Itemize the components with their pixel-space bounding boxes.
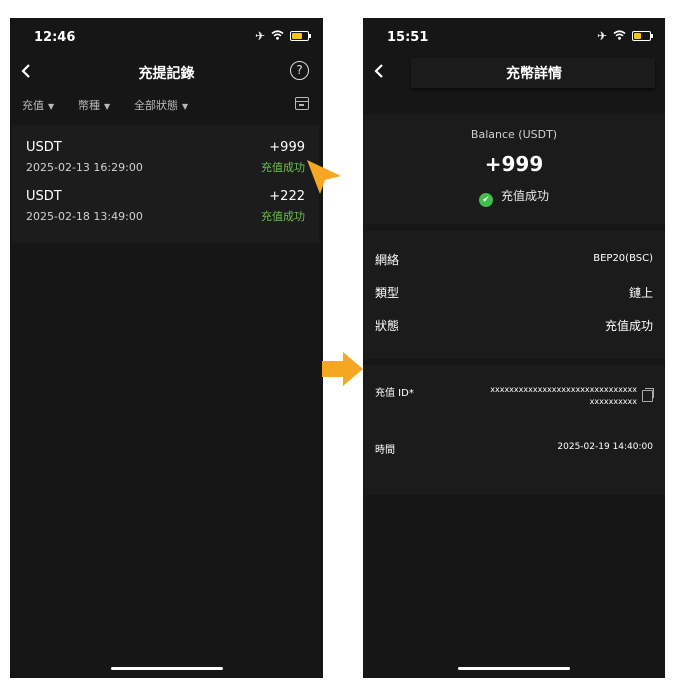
balance-amount: +999 xyxy=(484,152,544,176)
home-indicator xyxy=(458,667,570,670)
record-status: 充值成功 xyxy=(261,161,305,174)
info-label: 狀態 xyxy=(375,319,400,333)
status-bar: 15:51 ✈ xyxy=(363,18,665,54)
back-icon[interactable] xyxy=(373,60,385,84)
info-value: 鏈上 xyxy=(628,286,653,300)
record-time: 2025-02-18 13:49:00 xyxy=(26,210,143,223)
copy-icon[interactable] xyxy=(642,388,654,402)
filter-type[interactable]: 充值 ▼ xyxy=(22,97,54,113)
status-time: 12:46 xyxy=(34,30,76,45)
info-value: 充值成功 xyxy=(604,319,653,333)
caret-down-icon: ▼ xyxy=(104,102,111,111)
info-card: 網絡 BEP20(BSC) 類型 鏈上 狀態 充值成功 xyxy=(363,231,665,359)
right-phone-screen: 15:51 ✈ 充幣詳情 Balance (USDT) +999 ✔ 充值成功 網… xyxy=(363,18,665,678)
record-amount: +999 xyxy=(269,140,305,155)
filter-status[interactable]: 全部狀態 ▼ xyxy=(134,97,188,113)
left-phone-screen: 12:46 ✈ 充提記錄 ? 充值 ▼ 幣種 ▼ 全部狀態 ▼ USDT 2025-0… xyxy=(10,18,323,678)
check-icon: ✔ xyxy=(478,193,493,207)
help-icon[interactable]: ? xyxy=(290,61,309,80)
caret-down-icon: ▼ xyxy=(48,102,55,111)
filter-coin-label: 幣種 xyxy=(78,99,100,112)
balance-card: Balance (USDT) +999 ✔ 充值成功 xyxy=(363,114,665,224)
status-bar: 12:46 ✈ xyxy=(10,18,323,54)
record-time: 2025-02-13 16:29:00 xyxy=(26,161,143,174)
status-time: 15:51 xyxy=(387,30,429,45)
record-coin: USDT xyxy=(26,140,62,155)
deposit-id-value: xxxxxxxxxxxxxxxxxxxxxxxxxxxxxxxxxxxxxxxx… xyxy=(490,385,637,406)
time-label: 時間 xyxy=(375,445,395,456)
info-label: 類型 xyxy=(375,286,400,300)
wifi-icon xyxy=(271,29,284,43)
arrow-pointer-icon xyxy=(303,156,345,202)
calendar-icon[interactable] xyxy=(295,97,309,110)
info-label: 網絡 xyxy=(375,253,400,267)
caret-down-icon: ▼ xyxy=(182,102,189,111)
record-item[interactable]: USDT 2025-02-18 13:49:00 +222 充值成功 xyxy=(26,189,305,229)
filter-bar: 充值 ▼ 幣種 ▼ 全部狀態 ▼ xyxy=(22,97,309,115)
wifi-icon xyxy=(613,29,626,43)
nav-bar: 充幣詳情 xyxy=(363,58,665,88)
time-value: 2025-02-19 14:40:00 xyxy=(557,442,653,452)
page-title: 充幣詳情 xyxy=(506,66,562,82)
battery-icon xyxy=(632,31,653,41)
deposit-status-label: 充值成功 xyxy=(500,189,549,203)
airplane-icon: ✈ xyxy=(596,29,607,43)
home-indicator xyxy=(110,667,223,670)
balance-label: Balance (USDT) xyxy=(470,128,558,141)
record-amount: +222 xyxy=(269,189,305,204)
id-card: 充值 ID* xxxxxxxxxxxxxxxxxxxxxxxxxxxxxxxxx… xyxy=(363,365,665,495)
record-coin: USDT xyxy=(26,189,62,204)
arrow-right-icon xyxy=(321,351,365,391)
filter-type-label: 充值 xyxy=(22,99,44,112)
info-value: BEP20(BSC) xyxy=(593,253,653,264)
record-status: 充值成功 xyxy=(261,210,305,223)
record-item[interactable]: USDT 2025-02-13 16:29:00 +999 充值成功 xyxy=(26,140,305,180)
deposit-status: ✔ 充值成功 xyxy=(363,187,665,207)
battery-icon xyxy=(290,31,311,41)
filter-status-label: 全部狀態 xyxy=(134,99,178,112)
nav-bar: 充提記錄 ? xyxy=(10,58,323,88)
airplane-icon: ✈ xyxy=(254,29,265,43)
deposit-id-label: 充值 ID* xyxy=(375,388,414,399)
filter-coin[interactable]: 幣種 ▼ xyxy=(78,97,110,113)
record-list: USDT 2025-02-13 16:29:00 +999 充值成功 USDT … xyxy=(12,125,319,243)
page-title: 充提記錄 xyxy=(138,66,195,82)
